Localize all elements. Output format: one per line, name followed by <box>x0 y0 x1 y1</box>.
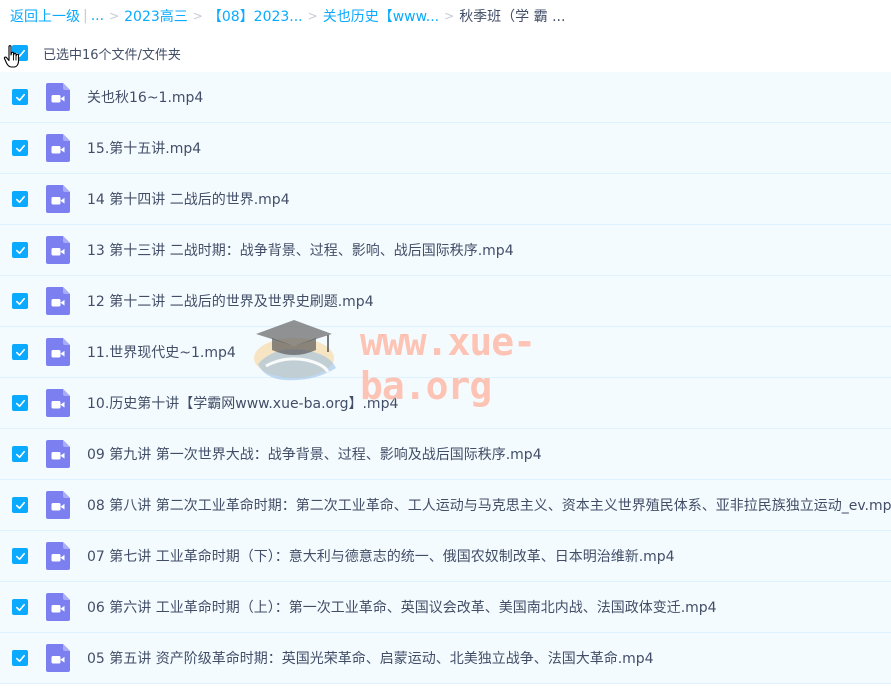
file-name[interactable]: 07 第七讲 工业革命时期（下）：意大利与德意志的统一、俄国农奴制改革、日本明治… <box>87 546 675 566</box>
file-list: 关也秋16~1.mp4 15.第十五讲.mp4 14 第十四讲 二战后的世界.mp4… <box>0 72 891 684</box>
breadcrumb-item[interactable]: 关也历史【www... <box>323 6 439 26</box>
select-all-bar: 已选中16个文件/文件夹 <box>0 36 891 70</box>
checkmark-icon <box>15 450 25 458</box>
file-name[interactable]: 12 第十二讲 二战后的世界及世界史刷题.mp4 <box>87 291 374 311</box>
video-file-icon[interactable] <box>46 134 70 162</box>
breadcrumb-ellipsis[interactable]: ... <box>91 8 104 24</box>
checkmark-icon <box>15 144 25 152</box>
file-name[interactable]: 05 第五讲 资产阶级革命时期：英国光荣革命、启蒙运动、北美独立战争、法国大革命… <box>87 648 654 668</box>
breadcrumb-current: 秋季班（学 霸 ... <box>459 9 566 25</box>
file-name[interactable]: 13 第十三讲 二战时期：战争背景、过程、影响、战后国际秩序.mp4 <box>87 240 514 260</box>
file-row[interactable]: 关也秋16~1.mp4 <box>0 72 891 123</box>
file-name[interactable]: 09 第九讲 第一次世界大战：战争背景、过程、影响及战后国际秩序.mp4 <box>87 444 542 464</box>
hand-pointer-icon <box>3 45 20 68</box>
checkmark-icon <box>15 654 25 662</box>
file-row[interactable]: 06 第六讲 工业革命时期（上）：第一次工业革命、英国议会改革、美国南北内战、法… <box>0 582 891 633</box>
file-row[interactable]: 14 第十四讲 二战后的世界.mp4 <box>0 174 891 225</box>
checkmark-icon <box>15 501 25 509</box>
file-name[interactable]: 06 第六讲 工业革命时期（上）：第一次工业革命、英国议会改革、美国南北内战、法… <box>87 597 717 617</box>
file-checkbox[interactable] <box>12 344 28 360</box>
file-row[interactable]: 07 第七讲 工业革命时期（下）：意大利与德意志的统一、俄国农奴制改革、日本明治… <box>0 531 891 582</box>
checkmark-icon <box>15 246 25 254</box>
video-file-icon[interactable] <box>46 440 70 468</box>
breadcrumb-item[interactable]: 【08】2023... <box>208 6 303 26</box>
file-row[interactable]: 13 第十三讲 二战时期：战争背景、过程、影响、战后国际秩序.mp4 <box>0 225 891 276</box>
file-name[interactable]: 10.历史第十讲【学霸网www.xue-ba.org】.mp4 <box>87 393 398 413</box>
checkmark-icon <box>15 93 25 101</box>
file-checkbox[interactable] <box>12 650 28 666</box>
breadcrumb-item[interactable]: 2023高三 <box>124 6 188 26</box>
file-checkbox[interactable] <box>12 497 28 513</box>
back-link[interactable]: 返回上一级 <box>10 6 80 26</box>
file-row[interactable]: 11.世界现代史~1.mp4 <box>0 327 891 378</box>
chevron-right-icon: > <box>192 9 203 23</box>
file-row[interactable]: 15.第十五讲.mp4 <box>0 123 891 174</box>
checkmark-icon <box>15 552 25 560</box>
breadcrumb-divider: | <box>83 8 88 24</box>
file-name[interactable]: 14 第十四讲 二战后的世界.mp4 <box>87 189 290 209</box>
file-row[interactable]: 09 第九讲 第一次世界大战：战争背景、过程、影响及战后国际秩序.mp4 <box>0 429 891 480</box>
chevron-right-icon: > <box>109 9 120 23</box>
file-checkbox[interactable] <box>12 293 28 309</box>
file-checkbox[interactable] <box>12 140 28 156</box>
video-file-icon[interactable] <box>46 287 70 315</box>
breadcrumb: 返回上一级 | ... > 2023高三 > 【08】2023... > 关也历… <box>10 6 565 26</box>
file-checkbox[interactable] <box>12 191 28 207</box>
file-row[interactable]: 05 第五讲 资产阶级革命时期：英国光荣革命、启蒙运动、北美独立战争、法国大革命… <box>0 633 891 684</box>
file-row[interactable]: 12 第十二讲 二战后的世界及世界史刷题.mp4 <box>0 276 891 327</box>
video-file-icon[interactable] <box>46 593 70 621</box>
selection-count: 已选中16个文件/文件夹 <box>43 47 181 63</box>
video-file-icon[interactable] <box>46 338 70 366</box>
video-file-icon[interactable] <box>46 185 70 213</box>
file-name[interactable]: 08 第八讲 第二次工业革命时期：第二次工业革命、工人运动与马克思主义、资本主义… <box>87 495 891 515</box>
file-row[interactable]: 10.历史第十讲【学霸网www.xue-ba.org】.mp4 <box>0 378 891 429</box>
file-name[interactable]: 15.第十五讲.mp4 <box>87 138 201 158</box>
file-name[interactable]: 关也秋16~1.mp4 <box>87 87 203 107</box>
chevron-right-icon: > <box>307 9 318 23</box>
video-file-icon[interactable] <box>46 542 70 570</box>
file-checkbox[interactable] <box>12 446 28 462</box>
file-name[interactable]: 11.世界现代史~1.mp4 <box>87 342 236 362</box>
video-file-icon[interactable] <box>46 389 70 417</box>
checkmark-icon <box>15 399 25 407</box>
checkmark-icon <box>15 195 25 203</box>
file-checkbox[interactable] <box>12 242 28 258</box>
checkmark-icon <box>15 348 25 356</box>
checkmark-icon <box>15 603 25 611</box>
video-file-icon[interactable] <box>46 236 70 264</box>
file-checkbox[interactable] <box>12 599 28 615</box>
file-browser: 返回上一级 | ... > 2023高三 > 【08】2023... > 关也历… <box>0 0 891 695</box>
video-file-icon[interactable] <box>46 83 70 111</box>
file-checkbox[interactable] <box>12 89 28 105</box>
checkmark-icon <box>15 297 25 305</box>
file-checkbox[interactable] <box>12 548 28 564</box>
chevron-right-icon: > <box>444 9 455 23</box>
video-file-icon[interactable] <box>46 491 70 519</box>
video-file-icon[interactable] <box>46 644 70 672</box>
file-checkbox[interactable] <box>12 395 28 411</box>
file-row[interactable]: 08 第八讲 第二次工业革命时期：第二次工业革命、工人运动与马克思主义、资本主义… <box>0 480 891 531</box>
